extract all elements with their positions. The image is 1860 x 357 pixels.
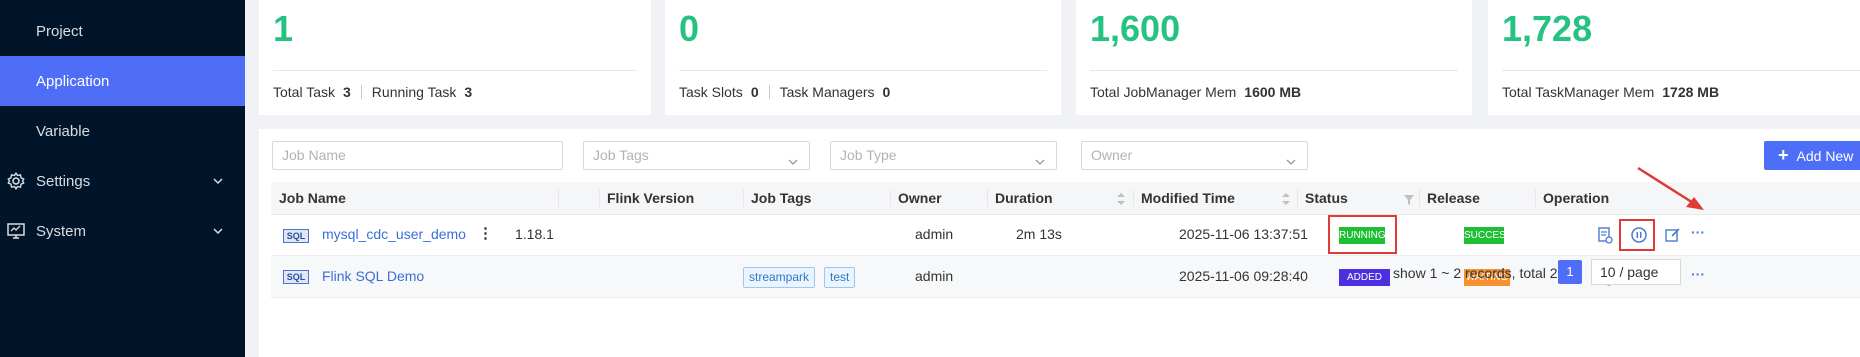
sidebar-item-label: Application [36, 72, 110, 90]
column-header-status[interactable]: Status [1297, 182, 1348, 215]
sidebar: Project Application Variable Settings Sy… [0, 0, 245, 357]
sort-icon[interactable] [1116, 192, 1126, 206]
divider [360, 85, 362, 99]
stat-footer: Total JobManager Mem 1600 MB [1090, 84, 1301, 100]
add-new-label: Add New [1796, 147, 1854, 164]
job-tags-select[interactable]: Job Tags [583, 141, 810, 170]
job-name-link[interactable]: Flink SQL Demo [322, 268, 424, 284]
stat-value: 1,600 [1090, 8, 1181, 49]
chevron-down-icon [211, 174, 225, 188]
sidebar-item-label: Project [36, 22, 83, 40]
column-header-release[interactable]: Release [1419, 182, 1480, 215]
table-row: SQL mysql_cdc_user_demo ⋮ 1.18.1 admin 2… [271, 215, 1860, 256]
more-vertical-icon[interactable]: ⋮ [478, 224, 493, 242]
chevron-down-icon [1285, 150, 1297, 165]
sidebar-item-variable[interactable]: Variable [0, 106, 245, 156]
job-tag: test [824, 267, 856, 288]
divider [558, 190, 559, 207]
stat-label: Total TaskManager Mem [1502, 84, 1655, 100]
stat-number: 0 [750, 84, 759, 100]
column-header-job-tags[interactable]: Job Tags [743, 182, 811, 215]
stat-number: 1600 MB [1244, 84, 1302, 100]
stat-label: Total Task [273, 84, 335, 100]
sidebar-item-settings[interactable]: Settings [0, 156, 245, 206]
stat-footer: Total Task 3 Running Task 3 [273, 84, 472, 100]
plus-icon: + [1778, 145, 1789, 165]
pagination-summary: show 1 ~ 2 records, total 2 [1393, 265, 1558, 281]
sort-icon[interactable] [1281, 192, 1291, 206]
sidebar-item-label: System [36, 222, 87, 240]
column-header-flink-version[interactable]: Flink Version [599, 182, 694, 215]
stat-label: Task Managers [779, 84, 875, 100]
more-horizontal-icon[interactable]: ··· [1691, 266, 1705, 282]
placeholder: Job Tags [593, 147, 649, 163]
flink-version: 1.18.1 [515, 226, 554, 242]
column-header-operation: Operation [1543, 190, 1610, 206]
details-icon[interactable] [1596, 226, 1614, 244]
filter-icon[interactable] [1403, 193, 1414, 207]
stat-label: Total JobManager Mem [1090, 84, 1237, 100]
column-header-modified-time[interactable]: Modified Time [1133, 182, 1235, 215]
job-name-link[interactable]: mysql_cdc_user_demo [322, 226, 466, 242]
stat-number: 0 [882, 84, 891, 100]
chevron-down-icon [1034, 150, 1046, 165]
stat-card-slots: 0 Task Slots 0 Task Managers 0 [665, 0, 1061, 115]
stat-value: 1 [273, 8, 294, 49]
modified-time: 2025-11-06 13:37:51 [1179, 226, 1308, 242]
stat-value: 0 [679, 8, 700, 49]
sidebar-item-label: Settings [36, 172, 91, 190]
job-tag: streampark [743, 267, 816, 288]
placeholder: Job Type [840, 147, 897, 163]
sql-badge: SQL [283, 229, 309, 243]
stat-number: 1728 MB [1662, 84, 1720, 100]
stat-label: Task Slots [679, 84, 743, 100]
stat-card-taskmanager: 1,728 Total TaskManager Mem 1728 MB [1488, 0, 1860, 115]
divider [679, 70, 1047, 71]
sql-badge: SQL [283, 270, 309, 284]
stat-number: 3 [343, 84, 351, 100]
chevron-down-icon [787, 150, 799, 165]
stat-footer: Task Slots 0 Task Managers 0 [679, 84, 890, 100]
highlight-box [1328, 215, 1397, 254]
stat-card-tasks: 1 Total Task 3 Running Task 3 [259, 0, 651, 115]
stat-number: 3 [464, 84, 473, 100]
sidebar-item-label: Variable [36, 122, 90, 140]
table-header: Job Name Flink Version Job Tags Owner Du… [271, 182, 1860, 215]
placeholder: Owner [1091, 147, 1133, 163]
stat-label: Running Task [371, 84, 457, 100]
column-header-job-name[interactable]: Job Name [271, 182, 346, 215]
owner-select[interactable]: Owner [1081, 141, 1308, 170]
divider [1502, 70, 1860, 71]
status-badge: ADDED [1339, 269, 1390, 286]
sidebar-item-project[interactable]: Project [0, 6, 245, 56]
job-type-select[interactable]: Job Type [830, 141, 1057, 170]
owner: admin [915, 268, 954, 284]
page-number-button[interactable]: 1 [1558, 260, 1582, 284]
add-new-button[interactable]: + Add New [1764, 141, 1860, 170]
gear-icon [6, 171, 26, 191]
page-size-select[interactable]: 10 / page [1591, 259, 1681, 285]
column-header-owner[interactable]: Owner [890, 182, 942, 215]
modified-time: 2025-11-06 09:28:40 [1179, 268, 1308, 284]
column-header-duration[interactable]: Duration [987, 182, 1053, 215]
sidebar-item-application[interactable]: Application [0, 56, 245, 106]
job-name-input[interactable]: Job Name [272, 141, 563, 170]
annotation-arrow [1637, 166, 1704, 210]
stat-footer: Total TaskManager Mem 1728 MB [1502, 84, 1719, 100]
stat-card-jobmanager: 1,600 Total JobManager Mem 1600 MB [1076, 0, 1472, 115]
divider [1090, 70, 1458, 71]
job-list-panel: Job Name Job Tags Job Type Owner + Add N… [259, 129, 1860, 357]
sidebar-item-system[interactable]: System [0, 206, 245, 256]
divider [273, 70, 637, 71]
owner: admin [915, 226, 954, 242]
stat-value: 1,728 [1502, 8, 1593, 49]
duration: 2m 13s [1016, 226, 1062, 242]
monitor-icon [6, 221, 26, 241]
release-badge: SUCCESS [1464, 227, 1512, 244]
divider [768, 85, 770, 99]
placeholder: Job Name [282, 147, 346, 163]
chevron-down-icon [211, 224, 225, 238]
